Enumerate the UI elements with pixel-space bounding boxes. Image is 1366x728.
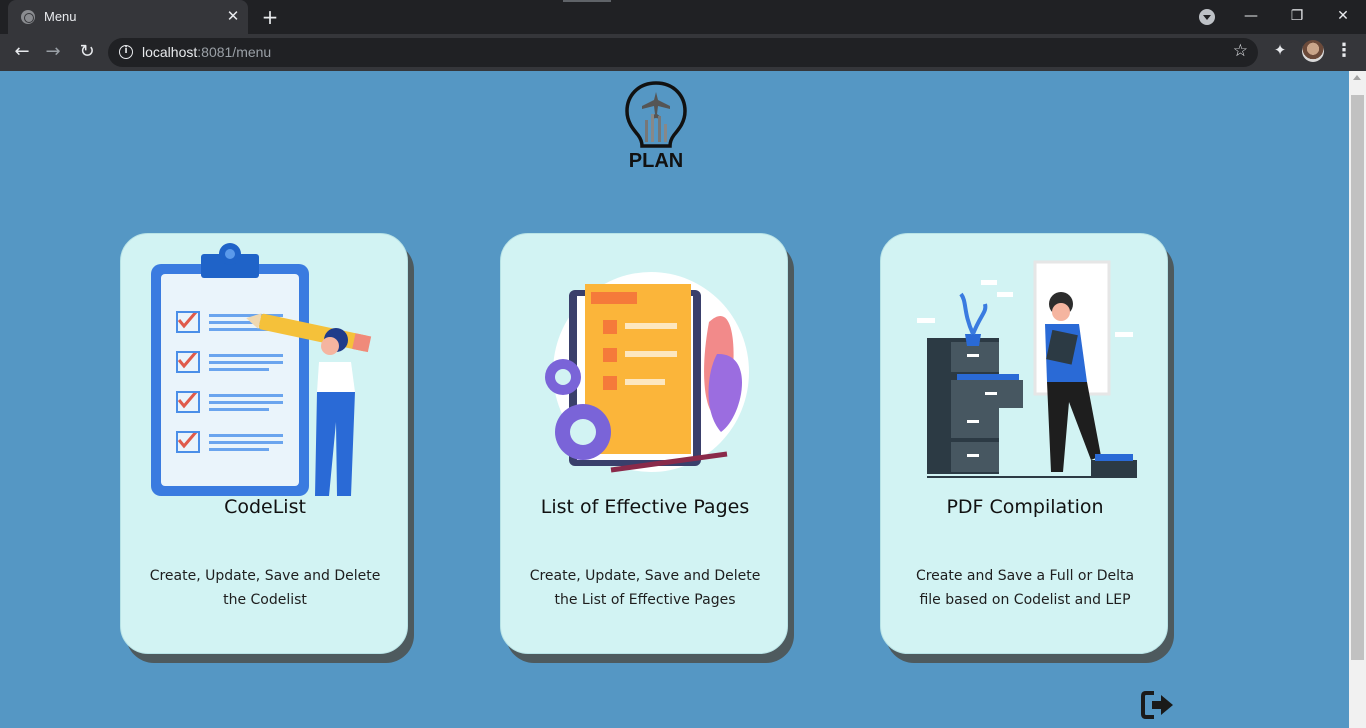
pdf-compilation-card[interactable]: PDF Compilation Create and Save a Full o… [880, 233, 1174, 663]
card-description: Create and Save a Full or Delta file bas… [915, 568, 1135, 608]
reload-button[interactable]: ↻ [74, 39, 100, 65]
document-gears-illustration [545, 272, 749, 473]
clipboard-checklist-illustration [151, 243, 372, 496]
tab-close-icon[interactable]: ✕ [224, 7, 242, 25]
window-close-button[interactable]: ✕ [1329, 4, 1357, 28]
browser-tab[interactable]: Menu ✕ [8, 0, 248, 34]
tab-title: Menu [44, 9, 77, 24]
forward-button[interactable]: → [40, 39, 66, 65]
scroll-thumb[interactable] [1351, 95, 1364, 660]
browser-toolbar: ← → ↻ i localhost:8081/menu ☆ ✦ ⋮ [0, 34, 1366, 71]
filing-cabinet-illustration [917, 260, 1137, 478]
page-scrollbar[interactable] [1349, 71, 1366, 728]
globe-icon [21, 10, 35, 24]
card-body[interactable]: List of Effective Pages Create, Update, … [500, 233, 788, 654]
browser-menu-icon[interactable]: ⋮ [1334, 40, 1354, 62]
codelist-card[interactable]: CodeList Create, Update, Save and Delete… [120, 233, 414, 663]
back-button[interactable]: ← [9, 39, 35, 65]
logout-icon[interactable] [1141, 690, 1175, 720]
airplane-icon [642, 92, 670, 119]
address-bar[interactable]: i localhost:8081/menu ☆ [108, 38, 1258, 67]
tab-search-indicator [563, 0, 611, 2]
url-path: :8081/menu [197, 44, 272, 60]
app-logo: PLAN [625, 81, 687, 170]
url-text: localhost:8081/menu [142, 44, 271, 60]
logo-text: PLAN [629, 150, 683, 170]
extensions-icon[interactable]: ✦ [1270, 40, 1290, 60]
minimize-button[interactable]: — [1237, 4, 1265, 28]
card-body[interactable]: CodeList Create, Update, Save and Delete… [120, 233, 408, 654]
scroll-up-icon[interactable] [1353, 75, 1361, 80]
profile-avatar[interactable] [1302, 40, 1324, 62]
card-description: Create, Update, Save and Delete the Code… [149, 568, 381, 608]
card-description: Create, Update, Save and Delete the List… [529, 568, 761, 608]
site-info-icon[interactable]: i [119, 45, 133, 59]
card-title: CodeList [224, 496, 306, 518]
tab-search-icon[interactable] [1199, 9, 1215, 25]
list-of-effective-pages-card[interactable]: List of Effective Pages Create, Update, … [500, 233, 794, 663]
restore-button[interactable]: ❐ [1283, 4, 1311, 28]
new-tab-button[interactable]: + [259, 6, 281, 28]
card-title: List of Effective Pages [540, 496, 750, 518]
url-host: localhost [142, 44, 198, 60]
card-title: PDF Compilation [946, 496, 1104, 518]
bookmark-star-icon[interactable]: ☆ [1233, 41, 1248, 61]
browser-titlebar: Menu ✕ + — ❐ ✕ [0, 0, 1366, 34]
card-body[interactable]: PDF Compilation Create and Save a Full o… [880, 233, 1168, 654]
